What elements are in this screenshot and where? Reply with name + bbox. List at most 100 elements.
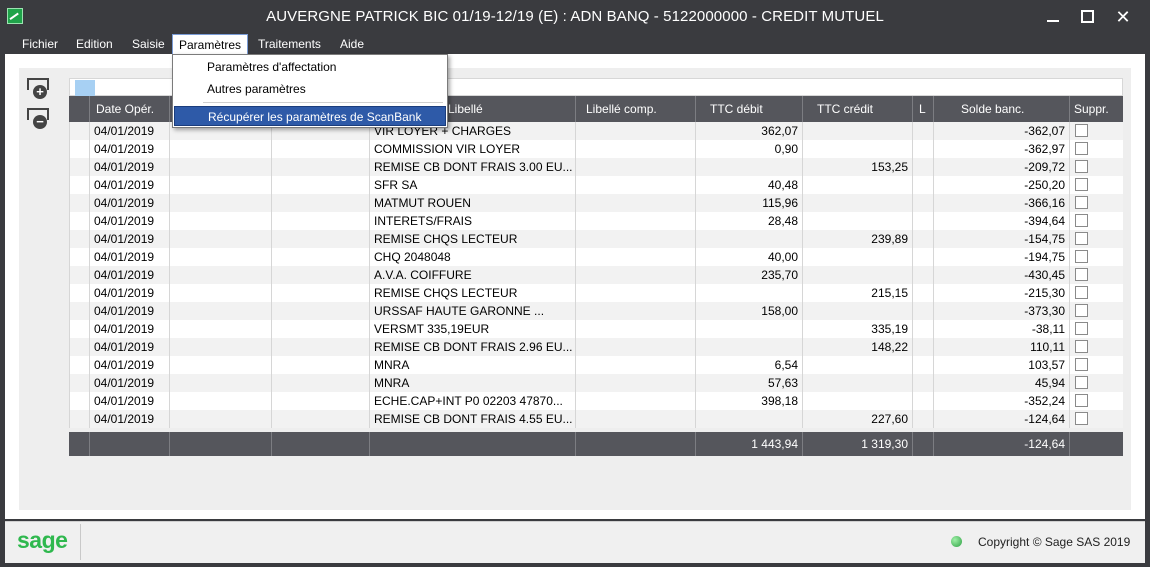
cell-libelle-comp[interactable] <box>575 266 695 284</box>
cell-ttc-credit[interactable]: 153,25 <box>802 158 912 176</box>
cell-ttc-debit[interactable] <box>695 158 802 176</box>
cell-blank[interactable] <box>169 158 271 176</box>
col-date[interactable]: Date Opér. <box>89 96 169 122</box>
cell-l[interactable] <box>912 302 933 320</box>
cell-blank[interactable] <box>271 374 369 392</box>
cell-ttc-debit[interactable] <box>695 284 802 302</box>
cell-blank[interactable] <box>169 248 271 266</box>
menu-edition[interactable]: Edition <box>70 34 119 54</box>
table-row[interactable]: 04/01/2019 CHQ 2048048 40,00 -194,75 <box>69 248 1123 266</box>
maximize-icon[interactable] <box>1077 6 1099 28</box>
grid-corner-selector[interactable] <box>75 80 95 96</box>
cell-ttc-debit[interactable]: 115,96 <box>695 194 802 212</box>
cell-blank[interactable] <box>271 338 369 356</box>
cell-libelle[interactable]: INTERETS/FRAIS <box>369 212 575 230</box>
cell-libelle-comp[interactable] <box>575 410 695 428</box>
cell-l[interactable] <box>912 122 933 140</box>
cell-ttc-credit[interactable] <box>802 140 912 158</box>
cell-libelle-comp[interactable] <box>575 284 695 302</box>
row-selector[interactable] <box>69 374 89 392</box>
row-selector[interactable] <box>69 230 89 248</box>
cell-blank[interactable] <box>271 392 369 410</box>
cell-date[interactable]: 04/01/2019 <box>89 374 169 392</box>
table-row[interactable]: 04/01/2019 REMISE CHQS LECTEUR 215,15 -215,… <box>69 284 1123 302</box>
row-selector[interactable] <box>69 194 89 212</box>
row-selector[interactable] <box>69 140 89 158</box>
cell-ttc-credit[interactable] <box>802 212 912 230</box>
close-icon[interactable]: ✕ <box>1112 6 1134 28</box>
cell-ttc-debit[interactable]: 0,90 <box>695 140 802 158</box>
row-selector[interactable] <box>69 410 89 428</box>
cell-solde[interactable]: -124,64 <box>933 410 1069 428</box>
table-row[interactable]: 04/01/2019 ECHE.CAP+INT P0 02203 47870...… <box>69 392 1123 410</box>
cell-date[interactable]: 04/01/2019 <box>89 266 169 284</box>
cell-blank[interactable] <box>169 230 271 248</box>
cell-libelle[interactable]: REMISE CB DONT FRAIS 4.55 EU... <box>369 410 575 428</box>
cell-blank[interactable] <box>169 212 271 230</box>
cell-solde[interactable]: 45,94 <box>933 374 1069 392</box>
table-row[interactable]: 04/01/2019 MNRA 57,63 45,94 <box>69 374 1123 392</box>
col-l[interactable]: L <box>912 96 933 122</box>
menu-saisie[interactable]: Saisie <box>126 34 171 54</box>
cell-libelle-comp[interactable] <box>575 194 695 212</box>
cell-ttc-credit[interactable]: 215,15 <box>802 284 912 302</box>
cell-ttc-debit[interactable] <box>695 230 802 248</box>
suppr-checkbox[interactable] <box>1075 232 1088 245</box>
cell-blank[interactable] <box>169 356 271 374</box>
cell-blank[interactable] <box>271 410 369 428</box>
cell-date[interactable]: 04/01/2019 <box>89 410 169 428</box>
cell-l[interactable] <box>912 374 933 392</box>
table-row[interactable]: 04/01/2019 COMMISSION VIR LOYER 0,90 -362,9… <box>69 140 1123 158</box>
cell-solde[interactable]: -38,11 <box>933 320 1069 338</box>
table-row[interactable]: 04/01/2019 REMISE CB DONT FRAIS 2.96 EU..… <box>69 338 1123 356</box>
cell-libelle-comp[interactable] <box>575 122 695 140</box>
cell-ttc-debit[interactable]: 28,48 <box>695 212 802 230</box>
cell-libelle-comp[interactable] <box>575 248 695 266</box>
row-selector[interactable] <box>69 338 89 356</box>
row-selector[interactable] <box>69 158 89 176</box>
row-selector[interactable] <box>69 392 89 410</box>
suppr-checkbox[interactable] <box>1075 124 1088 137</box>
cell-ttc-credit[interactable] <box>802 266 912 284</box>
cell-ttc-credit[interactable] <box>802 176 912 194</box>
cell-solde[interactable]: 103,57 <box>933 356 1069 374</box>
suppr-checkbox[interactable] <box>1075 142 1088 155</box>
cell-libelle-comp[interactable] <box>575 374 695 392</box>
cell-l[interactable] <box>912 176 933 194</box>
cell-solde[interactable]: 110,11 <box>933 338 1069 356</box>
table-row[interactable]: 04/01/2019 REMISE CB DONT FRAIS 3.00 EU..… <box>69 158 1123 176</box>
cell-libelle[interactable]: REMISE CHQS LECTEUR <box>369 230 575 248</box>
minimize-icon[interactable] <box>1042 6 1064 28</box>
menu-item-parametres-affectation[interactable]: Paramètres d'affectation <box>174 57 446 77</box>
cell-date[interactable]: 04/01/2019 <box>89 284 169 302</box>
cell-blank[interactable] <box>271 158 369 176</box>
menu-parametres[interactable]: Paramètres <box>172 34 249 54</box>
cell-ttc-debit[interactable]: 158,00 <box>695 302 802 320</box>
cell-date[interactable]: 04/01/2019 <box>89 158 169 176</box>
cell-libelle[interactable]: CHQ 2048048 <box>369 248 575 266</box>
cell-libelle[interactable]: MNRA <box>369 356 575 374</box>
cell-solde[interactable]: -362,97 <box>933 140 1069 158</box>
col-solde[interactable]: Solde banc. <box>933 96 1069 122</box>
cell-solde[interactable]: -250,20 <box>933 176 1069 194</box>
cell-blank[interactable] <box>169 410 271 428</box>
cell-l[interactable] <box>912 410 933 428</box>
cell-libelle[interactable]: VERSMT 335,19EUR <box>369 320 575 338</box>
cell-l[interactable] <box>912 356 933 374</box>
suppr-checkbox[interactable] <box>1075 358 1088 371</box>
cell-libelle[interactable]: COMMISSION VIR LOYER <box>369 140 575 158</box>
cell-solde[interactable]: -352,24 <box>933 392 1069 410</box>
row-selector[interactable] <box>69 176 89 194</box>
cell-date[interactable]: 04/01/2019 <box>89 140 169 158</box>
cell-ttc-credit[interactable] <box>802 392 912 410</box>
cell-blank[interactable] <box>271 230 369 248</box>
cell-l[interactable] <box>912 140 933 158</box>
cell-libelle-comp[interactable] <box>575 320 695 338</box>
suppr-checkbox[interactable] <box>1075 214 1088 227</box>
cell-blank[interactable] <box>271 248 369 266</box>
cell-ttc-debit[interactable] <box>695 410 802 428</box>
cell-solde[interactable]: -394,64 <box>933 212 1069 230</box>
table-row[interactable]: 04/01/2019 URSSAF HAUTE GARONNE ... 158,00… <box>69 302 1123 320</box>
cell-ttc-credit[interactable] <box>802 302 912 320</box>
table-row[interactable]: 04/01/2019 VERSMT 335,19EUR 335,19 -38,11 <box>69 320 1123 338</box>
